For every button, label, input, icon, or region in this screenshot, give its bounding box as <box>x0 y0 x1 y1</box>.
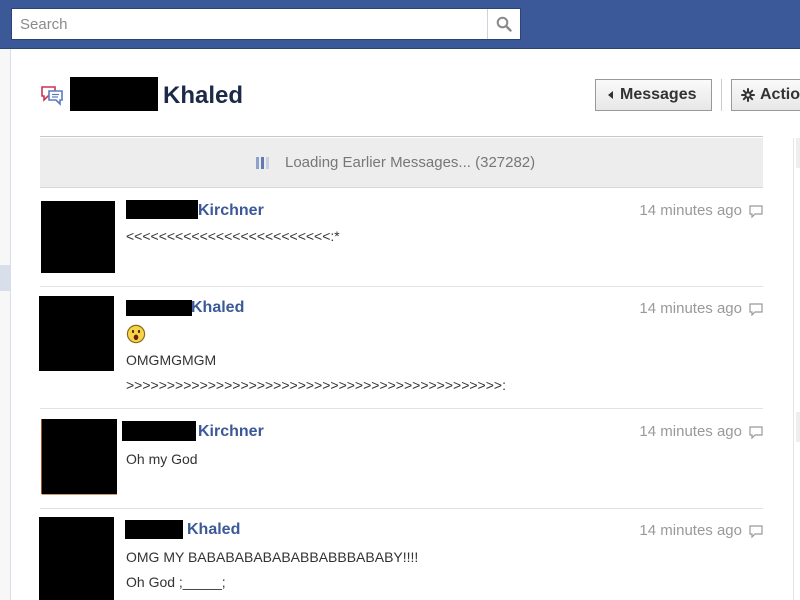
message-text: >>>>>>>>>>>>>>>>>>>>>>>>>>>>>>>>>>>>>>>>… <box>126 377 506 393</box>
speech-bubble-icon[interactable] <box>749 205 763 218</box>
message-item: Khaled 14 minutes ago OMG MY BABABABABAB… <box>39 509 763 600</box>
messages-button-label: Messages <box>620 86 697 103</box>
redacted-name <box>122 421 196 441</box>
timestamp: 14 minutes ago <box>639 202 742 219</box>
button-divider <box>721 79 722 111</box>
message-text: OMG MY BABABABABABABBABBBABABY!!!! <box>126 549 419 565</box>
redacted-name <box>70 77 158 111</box>
author-link[interactable]: Kirchner <box>198 422 264 442</box>
thread-divider <box>40 136 763 137</box>
message-text: Oh my God <box>126 451 198 467</box>
avatar[interactable] <box>39 296 114 371</box>
chat-bubbles-icon <box>41 86 63 106</box>
redacted-name <box>126 300 192 316</box>
actions-button-label: Actio <box>760 86 800 103</box>
magnifier-icon <box>496 16 512 32</box>
loading-text: Loading Earlier Messages... (327282) <box>285 154 536 171</box>
avatar[interactable] <box>41 201 115 273</box>
message-text: Oh God ;_____; <box>126 574 226 590</box>
message-text: OMGMGMGM <box>126 352 217 368</box>
redacted-name <box>125 520 183 539</box>
loading-bars-icon <box>256 157 269 169</box>
timestamp: 14 minutes ago <box>639 300 742 317</box>
search-input[interactable] <box>12 9 488 39</box>
redacted-name <box>126 200 198 219</box>
message-item: Khaled 14 minutes ago OMGMGMGM >>>>>>>>>… <box>39 287 763 407</box>
search-button[interactable] <box>487 9 520 39</box>
top-navigation-bar <box>0 0 800 49</box>
right-column-mark <box>796 412 800 442</box>
caret-left-icon <box>608 91 613 99</box>
right-column-mark <box>796 138 800 168</box>
author-link[interactable]: Khaled <box>187 520 240 540</box>
load-earlier-messages[interactable]: Loading Earlier Messages... (327282) <box>40 138 763 188</box>
messages-button[interactable]: Messages <box>595 79 712 111</box>
speech-bubble-icon[interactable] <box>749 303 763 316</box>
speech-bubble-icon[interactable] <box>749 525 763 538</box>
author-link[interactable]: Khaled <box>191 298 244 318</box>
speech-bubble-icon[interactable] <box>749 426 763 439</box>
message-text: <<<<<<<<<<<<<<<<<<<<<<<<<:* <box>126 228 340 244</box>
avatar[interactable] <box>39 517 114 600</box>
timestamp: 14 minutes ago <box>639 522 742 539</box>
search-box <box>11 8 521 40</box>
avatar[interactable] <box>42 419 117 494</box>
left-sidebar-highlight <box>0 265 10 291</box>
right-column-edge <box>793 138 794 600</box>
left-sidebar-edge <box>0 49 11 600</box>
message-item: Kirchner 14 minutes ago <<<<<<<<<<<<<<<<… <box>40 189 763 285</box>
actions-button[interactable]: Actio <box>731 79 800 111</box>
conversation-title: Khaled <box>163 82 244 109</box>
timestamp: 14 minutes ago <box>639 423 742 440</box>
author-link[interactable]: Kirchner <box>198 201 264 221</box>
gear-icon <box>741 88 755 102</box>
shocked-face-icon <box>126 324 146 344</box>
message-item: Kirchner 14 minutes ago Oh my God <box>40 409 763 507</box>
